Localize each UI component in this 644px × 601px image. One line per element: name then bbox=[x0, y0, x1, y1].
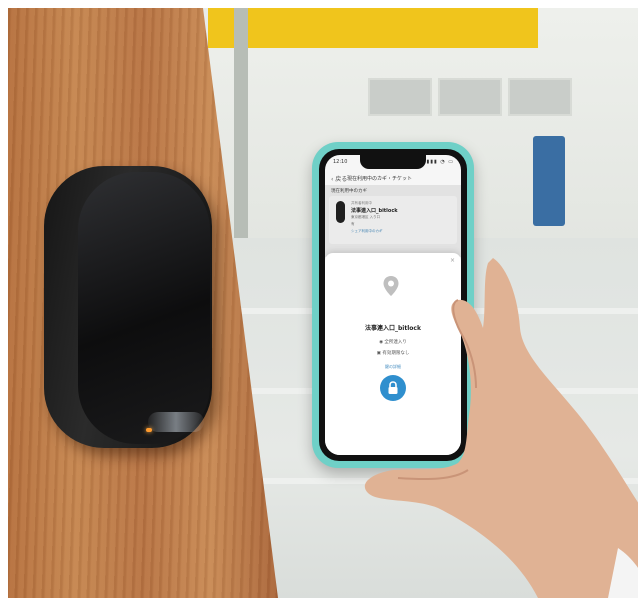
background-window bbox=[438, 78, 502, 116]
smart-lock-led bbox=[146, 428, 152, 432]
nav-title: 現在利用中のカギ・チケット bbox=[347, 176, 413, 182]
background-window bbox=[508, 78, 572, 116]
smart-lock-reflection bbox=[148, 412, 204, 432]
phone-notch bbox=[360, 155, 426, 169]
background-yellow-sign bbox=[208, 8, 538, 48]
background-blue-sign bbox=[533, 136, 565, 226]
nav-bar: ‹ 戻る 現在利用中のカギ・チケット bbox=[325, 171, 461, 185]
status-icons: ▮▮▮ ◔ ▭ bbox=[426, 159, 454, 165]
hand bbox=[364, 258, 638, 598]
background-pole bbox=[234, 8, 248, 258]
photo: 12:10 ▮▮▮ ◔ ▭ ‹ 戻る 現在利用中のカギ・チケット 現在利用中のカ… bbox=[8, 8, 638, 598]
smart-lock-face bbox=[78, 172, 210, 444]
dim-overlay bbox=[325, 185, 461, 257]
back-button[interactable]: ‹ 戻る bbox=[331, 174, 347, 183]
background-window bbox=[368, 78, 432, 116]
status-time: 12:10 bbox=[333, 159, 348, 165]
